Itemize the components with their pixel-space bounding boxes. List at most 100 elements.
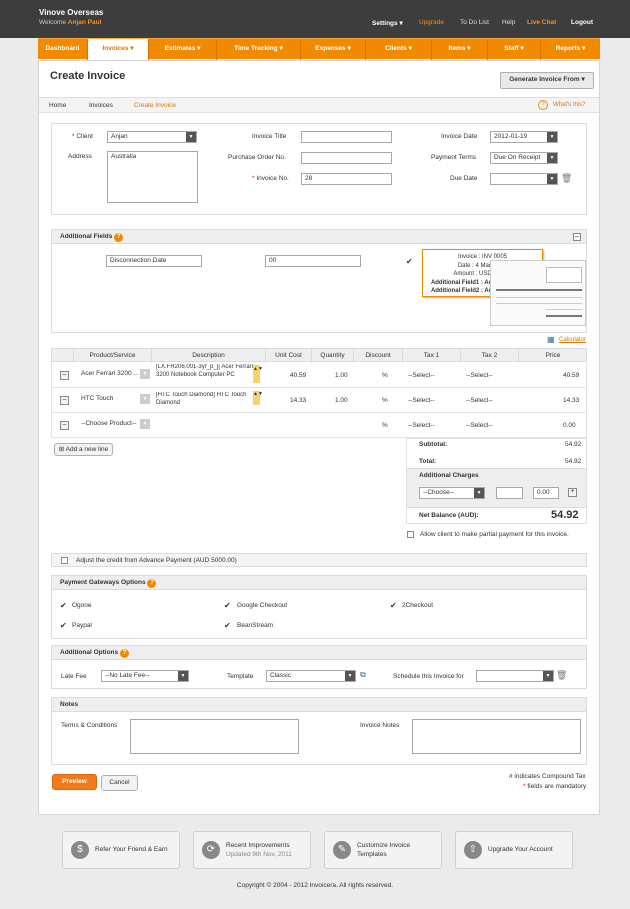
help-link[interactable]: Help (502, 19, 515, 26)
invoice-title-field[interactable] (301, 131, 392, 143)
generate-invoice-dropdown[interactable]: Generate Invoice From ▾ (500, 72, 594, 89)
checkmark-icon[interactable]: ✔ (60, 621, 67, 630)
preview-button[interactable]: Preview (52, 774, 97, 790)
additional-fields-title: Additional Fields (60, 233, 113, 240)
add-line-button[interactable]: ⊞ Add a new line (54, 443, 113, 456)
upgrade-link[interactable]: Upgrade (419, 19, 444, 26)
nav-dashboard[interactable]: Dashboard (38, 39, 88, 60)
invoice-no-field[interactable]: 28 (301, 173, 392, 185)
refer-friend-card[interactable]: $ Refer Your Friend & Earn (62, 831, 180, 869)
help-icon[interactable]: ? (114, 233, 124, 242)
address-field[interactable]: Australia (107, 151, 198, 203)
totals-box: Subtotal: 54.92 Total: 54.92 Additional … (406, 438, 587, 524)
settings-link[interactable]: Settings ▾ (372, 19, 403, 27)
plus-icon[interactable]: + (568, 488, 577, 497)
nav-items[interactable]: Items ▾ (432, 39, 488, 60)
nav-clients[interactable]: Clients ▾ (366, 39, 432, 60)
tax2-select[interactable]: --Select-- (466, 397, 493, 404)
product-select[interactable]: --Choose Product-- ▼ (78, 419, 150, 431)
discount-type[interactable]: % (382, 422, 388, 429)
th-blank (52, 349, 74, 363)
remove-line-icon[interactable]: – (60, 421, 69, 430)
tax2-select[interactable]: --Select-- (466, 372, 493, 379)
checkmark-icon[interactable]: ✔ (406, 257, 413, 266)
partial-payment-checkbox[interactable] (407, 531, 414, 538)
invoice-date-select[interactable]: 2012-01-19 ▼ (490, 131, 558, 143)
collapse-icon[interactable]: – (573, 233, 581, 241)
calculator-icon[interactable]: ▦ (547, 335, 555, 344)
due-date-select[interactable]: ▼ (490, 173, 558, 185)
cancel-button[interactable]: Cancel (101, 775, 138, 791)
product-select[interactable]: Acer Ferrari 3200 ... ▼ (78, 369, 150, 381)
chevron-down-icon: ▼ (345, 671, 355, 681)
nav-time-tracking[interactable]: Time Tracking ▾ (217, 39, 301, 60)
credit-checkbox[interactable] (61, 557, 68, 564)
tax1-select[interactable]: --Select-- (408, 372, 435, 379)
quantity[interactable]: 1.00 (335, 397, 348, 404)
template-preview-icon[interactable]: ⧉ (360, 670, 366, 680)
refer-friend-label: Refer Your Friend & Earn (95, 846, 168, 853)
charge-value-field[interactable]: 0.00 (533, 487, 559, 499)
nav-invoices[interactable]: Invoices ▾ (88, 39, 149, 60)
additional-options-panel: Additional Options ? Late Fee --No Late … (51, 645, 587, 689)
tax1-select[interactable]: --Select-- (408, 422, 435, 429)
charge-name-field[interactable] (496, 487, 523, 499)
scroll-arrows-icon[interactable]: ▲▼ (253, 391, 263, 405)
product-select[interactable]: HTC Touch ▼ (78, 394, 150, 406)
nav-expenses[interactable]: Expenses ▾ (301, 39, 366, 60)
checkmark-icon[interactable]: ✔ (390, 601, 397, 610)
live-chat-link[interactable]: Live Chat (527, 19, 556, 26)
help-icon[interactable]: ? (147, 579, 157, 588)
additional-field-1[interactable]: Disconnection Date (106, 255, 202, 267)
checkmark-icon[interactable]: ✔ (224, 601, 231, 610)
client-select[interactable]: Anjan ▼ (107, 131, 197, 143)
discount-type[interactable]: % (382, 372, 388, 379)
help-icon[interactable]: ? (119, 649, 129, 658)
schedule-select[interactable]: ▼ (476, 670, 554, 682)
additional-field-2[interactable]: 00 (265, 255, 361, 267)
discount-type[interactable]: % (382, 397, 388, 404)
po-label: Purchase Order No. (228, 154, 286, 161)
recent-improvements-card[interactable]: ⟳ Recent Improvements Updated 9th Nov, 2… (193, 831, 311, 869)
crumb-home[interactable]: Home (49, 102, 66, 109)
invoice-notes-textarea[interactable] (412, 719, 581, 754)
tax2-select[interactable]: --Select-- (466, 422, 493, 429)
nav-staff[interactable]: Staff ▾ (488, 39, 541, 60)
description-field[interactable]: [LX.FR206.001-3yr_p_][ Acer Ferrari 3200… (156, 364, 260, 387)
scroll-arrows-icon[interactable]: ▲▼ (253, 365, 263, 383)
remove-line-icon[interactable]: – (60, 371, 69, 380)
description-field[interactable] (156, 416, 260, 434)
crumb-create-invoice: Create Invoice (134, 102, 176, 109)
whats-this-link[interactable]: What's this? (553, 102, 586, 108)
po-field[interactable] (301, 152, 392, 164)
customize-templates-card[interactable]: ✎ Customize Invoice Templates (324, 831, 442, 869)
upgrade-account-card[interactable]: ⇧ Upgrade Your Account (455, 831, 573, 869)
compound-tax-note: # indicates Compound Tax (509, 773, 586, 780)
calculator-link[interactable]: Calculator (559, 337, 586, 343)
description-field[interactable]: [HTC Touch Diamond] HTC Touch Diamond (156, 392, 260, 410)
charge-select[interactable]: --Choose-- ▼ (419, 487, 485, 499)
template-select[interactable]: Classic ▼ (266, 670, 356, 682)
trash-icon[interactable]: 🗑 (561, 173, 572, 184)
crumb-invoices[interactable]: Invoices (89, 102, 113, 109)
logout-link[interactable]: Logout (571, 19, 593, 26)
user-name[interactable]: Anjan Paul (68, 19, 102, 26)
dollar-icon: $ (71, 841, 89, 859)
refresh-icon: ⟳ (202, 841, 220, 859)
quantity[interactable]: 1.00 (335, 372, 348, 379)
nav-reports[interactable]: Reports ▾ (541, 39, 600, 60)
late-fee-select[interactable]: --No Late Fee-- ▼ (101, 670, 189, 682)
todo-link[interactable]: To Do List (460, 19, 489, 26)
unit-cost[interactable]: 40.59 (290, 372, 306, 379)
terms-textarea[interactable] (130, 719, 299, 754)
checkmark-icon[interactable]: ✔ (60, 601, 67, 610)
nav-estimates[interactable]: Estimates ▾ (149, 39, 217, 60)
checkmark-icon[interactable]: ✔ (224, 621, 231, 630)
payment-terms-select[interactable]: Due On Receipt ▼ (490, 152, 558, 164)
help-icon[interactable]: ? (538, 100, 548, 110)
invoice-header-panel: * Client Anjan ▼ Address Australia Invoic… (51, 123, 587, 215)
unit-cost[interactable]: 14.33 (290, 397, 306, 404)
trash-icon[interactable]: 🗑 (556, 670, 567, 681)
remove-line-icon[interactable]: – (60, 396, 69, 405)
tax1-select[interactable]: --Select-- (408, 397, 435, 404)
